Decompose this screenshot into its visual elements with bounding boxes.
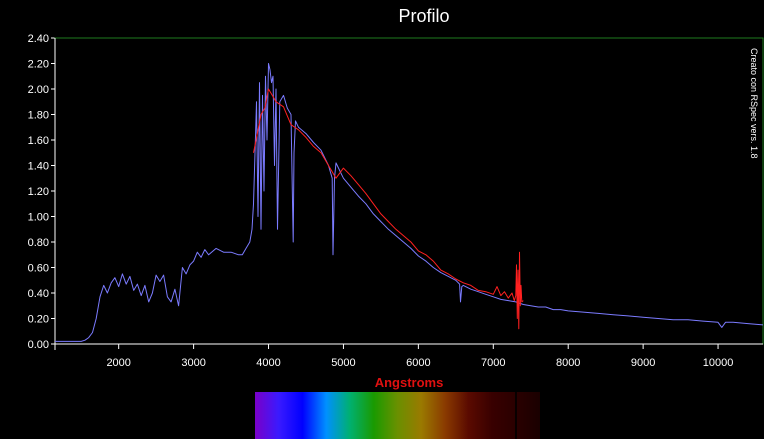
y-tick-label: 1.80 <box>28 110 49 122</box>
y-tick-label: 1.60 <box>28 135 49 147</box>
y-tick-label: 2.00 <box>28 84 49 96</box>
spectrum-profile-chart: Profilo 0.00 0.20 0.40 0.60 0.80 1.00 1.20 1.40… <box>28 6 764 439</box>
y-tick-label: 2.20 <box>28 59 49 71</box>
y-tick-label: 0.40 <box>28 288 49 300</box>
plot-frame <box>54 37 764 345</box>
y-tick-label: 1.00 <box>28 212 49 224</box>
x-axis: 2000 3000 4000 5000 6000 7000 8000 9000 10000 <box>106 344 733 369</box>
y-tick-label: 1.20 <box>28 186 49 198</box>
x-tick-label: 6000 <box>406 357 430 369</box>
x-tick-label: 5000 <box>331 357 355 369</box>
x-tick-label: 3000 <box>181 357 205 369</box>
plot-area <box>55 63 764 342</box>
x-tick-label: 2000 <box>106 357 130 369</box>
x-tick-label: 8000 <box>556 357 580 369</box>
x-tick-label: 9000 <box>631 357 655 369</box>
y-tick-label: 0.00 <box>28 339 49 351</box>
x-tick-label: 4000 <box>256 357 280 369</box>
chart-title: Profilo <box>398 6 449 26</box>
x-tick-label: 10000 <box>703 357 734 369</box>
x-axis-label: Angstroms <box>375 375 444 390</box>
y-tick-label: 1.40 <box>28 161 49 173</box>
y-tick-label: 0.80 <box>28 237 49 249</box>
spectrum-line-blue <box>55 63 764 342</box>
spectrum-strip-mark <box>515 392 517 439</box>
x-tick-label: 7000 <box>481 357 505 369</box>
spectrum-color-strip <box>255 392 540 439</box>
y-tick-label: 0.60 <box>28 263 49 275</box>
y-axis: 0.00 0.20 0.40 0.60 0.80 1.00 1.20 1.40 1.60 1.80… <box>28 33 55 351</box>
y-tick-label: 2.40 <box>28 33 49 45</box>
software-credit: Creato con RSpec vers. 1.8 <box>749 48 759 159</box>
y-tick-label: 0.20 <box>28 314 49 326</box>
